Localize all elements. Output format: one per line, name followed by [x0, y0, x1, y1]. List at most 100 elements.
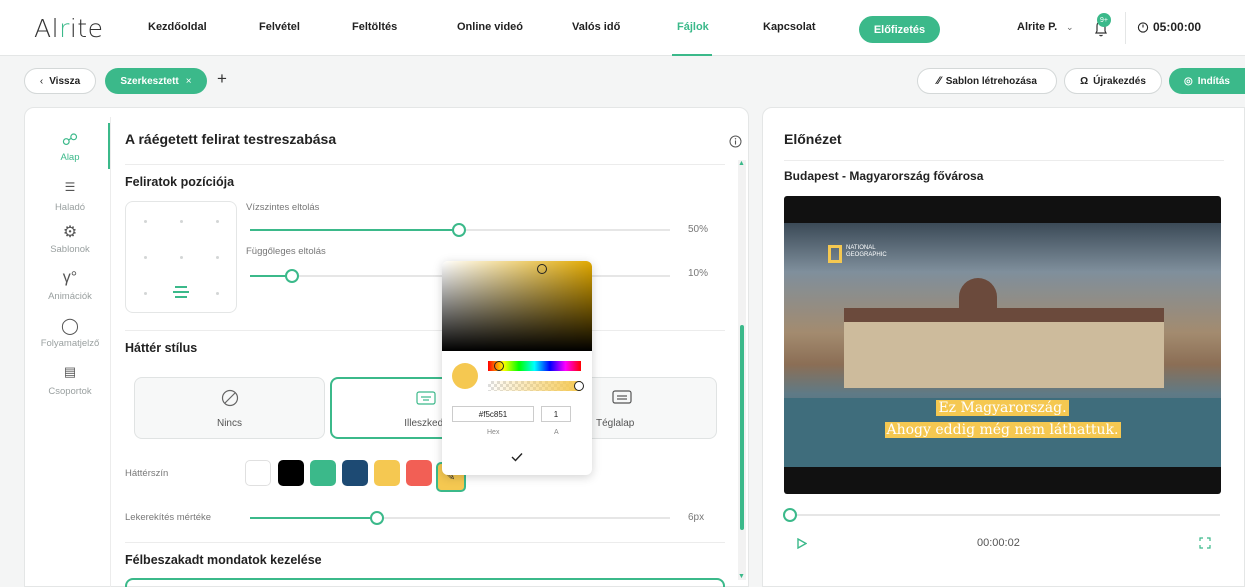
- bg-style-section-title: Háttér stílus: [125, 341, 198, 355]
- position-section-title: Feliratok pozíciója: [125, 175, 235, 189]
- sidebar-divider: [110, 117, 111, 587]
- sidebar-item-progress[interactable]: ◯ Folyamatjelző: [32, 316, 108, 349]
- back-label: Vissza: [49, 75, 81, 87]
- style-option-label: Téglalap: [596, 418, 635, 429]
- swatch-white[interactable]: [245, 460, 271, 486]
- animation-icon: γ°: [62, 269, 78, 286]
- user-menu[interactable]: Alrite P.: [1017, 21, 1057, 33]
- start-label: Indítás: [1197, 75, 1230, 87]
- hex-input[interactable]: #f5c851: [452, 406, 534, 422]
- sidebar-item-templates[interactable]: ⚙ Sablonok: [32, 222, 108, 255]
- scrollbar-thumb[interactable]: [740, 325, 744, 530]
- h-offset-fill: [250, 229, 459, 231]
- video-title: Budapest - Magyarország fővárosa: [784, 169, 984, 183]
- alpha-slider[interactable]: [488, 381, 581, 391]
- chevron-down-icon[interactable]: ⌄: [1066, 22, 1074, 33]
- parliament-roof: [844, 308, 1164, 322]
- sidebar-item-label: Sablonok: [50, 244, 90, 255]
- v-offset-slider-thumb[interactable]: [285, 269, 299, 283]
- nav-item-home[interactable]: Kezdőoldal: [148, 21, 207, 33]
- grid-dot[interactable]: [216, 292, 219, 295]
- grid-dot[interactable]: [144, 220, 147, 223]
- add-tab-icon[interactable]: +: [217, 69, 227, 89]
- close-icon[interactable]: ×: [186, 76, 192, 87]
- rectangle-box-icon: [612, 390, 632, 404]
- sidebar-item-groups[interactable]: ▤ Csoportok: [32, 364, 108, 397]
- bg-color-label: Háttérszín: [125, 468, 169, 479]
- saturation-area[interactable]: [442, 261, 592, 351]
- nav-item-realtime[interactable]: Valós idő: [572, 21, 620, 33]
- grid-dot[interactable]: [144, 292, 147, 295]
- v-offset-label: Függőleges eltolás: [246, 246, 326, 257]
- saturation-handle[interactable]: [537, 264, 547, 274]
- swatch-navy[interactable]: [342, 460, 368, 486]
- notification-badge: 9+: [1097, 13, 1111, 27]
- none-icon: [221, 389, 239, 407]
- style-option-none[interactable]: Nincs: [134, 377, 325, 439]
- national-geographic-logo: [828, 245, 842, 263]
- play-icon[interactable]: [797, 538, 807, 549]
- tab-edited[interactable]: Szerkesztett ×: [105, 68, 207, 94]
- fitted-box-icon: [416, 391, 436, 405]
- back-button[interactable]: ‹ Vissza: [24, 68, 96, 94]
- settings-sliders-icon: ☰: [64, 180, 76, 194]
- fullscreen-icon[interactable]: [1199, 537, 1211, 549]
- swatch-yellow[interactable]: [374, 460, 400, 486]
- sidebar-item-animations[interactable]: γ° Animációk: [32, 269, 108, 302]
- swatch-green[interactable]: [310, 460, 336, 486]
- position-grid[interactable]: [125, 201, 237, 313]
- nav-item-contact[interactable]: Kapcsolat: [763, 21, 816, 33]
- sidebar-item-basic[interactable]: ☍ Alap: [32, 130, 108, 163]
- sidebar-item-label: Haladó: [54, 202, 86, 213]
- chevron-left-icon: ‹: [39, 75, 44, 87]
- nav-item-record[interactable]: Felvétel: [259, 21, 300, 33]
- grid-dot[interactable]: [144, 256, 147, 259]
- nav-item-upload[interactable]: Feltöltés: [352, 21, 397, 33]
- subscribe-button[interactable]: Előfizetés: [859, 16, 940, 43]
- restart-button[interactable]: Ω Újrakezdés: [1064, 68, 1162, 94]
- grid-dot[interactable]: [216, 220, 219, 223]
- create-template-button[interactable]: ⁄⁄ Sablon létrehozása: [917, 68, 1057, 94]
- hue-handle[interactable]: [494, 361, 504, 371]
- progress-icon: ◯: [61, 318, 79, 335]
- check-icon[interactable]: [511, 452, 523, 462]
- brand-label: NATIONAL GEOGRAPHIC: [846, 245, 887, 258]
- h-offset-slider-thumb[interactable]: [452, 223, 466, 237]
- nav-item-online-video[interactable]: Online videó: [457, 21, 523, 33]
- bottom-center-align-icon[interactable]: [173, 286, 189, 298]
- scroll-up-icon[interactable]: ▲: [738, 160, 745, 167]
- top-navigation: Alrite Kezdőoldal Felvétel Feltöltés Onl…: [0, 0, 1245, 56]
- divider: [125, 164, 725, 165]
- video-progress-thumb[interactable]: [783, 508, 797, 522]
- video-time: 00:00:02: [977, 537, 1020, 549]
- alpha-handle[interactable]: [574, 381, 584, 391]
- video-player[interactable]: NATIONAL GEOGRAPHIC Ez Magyarország. Aho…: [784, 196, 1221, 494]
- broken-sentences-section-title: Félbeszakadt mondatok kezelése: [125, 553, 322, 567]
- radius-slider-thumb[interactable]: [370, 511, 384, 525]
- h-offset-label: Vízszintes eltolás: [246, 202, 320, 213]
- nav-item-files[interactable]: Fájlok: [677, 21, 709, 33]
- swatch-red[interactable]: [406, 460, 432, 486]
- radius-label: Lekerekítés mértéke: [125, 512, 212, 523]
- subtitle-line-1: Ez Magyarország.: [784, 400, 1221, 416]
- video-progress-track[interactable]: [790, 514, 1220, 516]
- style-option-label: Nincs: [216, 418, 242, 429]
- grid-dot[interactable]: [180, 256, 183, 259]
- swatch-black[interactable]: [278, 460, 304, 486]
- tab-label: Szerkesztett: [120, 75, 179, 87]
- broken-sentences-option[interactable]: [125, 578, 725, 587]
- start-button[interactable]: ◎ Indítás: [1169, 68, 1245, 94]
- restart-label: Újrakezdés: [1093, 75, 1146, 87]
- subtitle-text: Ahogy eddig még nem láthattuk.: [884, 422, 1121, 438]
- divider: [125, 542, 725, 543]
- h-offset-value: 50%: [688, 224, 709, 235]
- alpha-input[interactable]: 1: [541, 406, 571, 422]
- info-icon[interactable]: [729, 135, 742, 148]
- grid-dot[interactable]: [216, 256, 219, 259]
- divider: [125, 330, 725, 331]
- scroll-down-icon[interactable]: ▼: [738, 573, 745, 580]
- app-logo[interactable]: Alrite: [34, 14, 103, 43]
- grid-dot[interactable]: [180, 220, 183, 223]
- sidebar-item-advanced[interactable]: ☰ Haladó: [32, 180, 108, 213]
- divider: [784, 160, 1224, 161]
